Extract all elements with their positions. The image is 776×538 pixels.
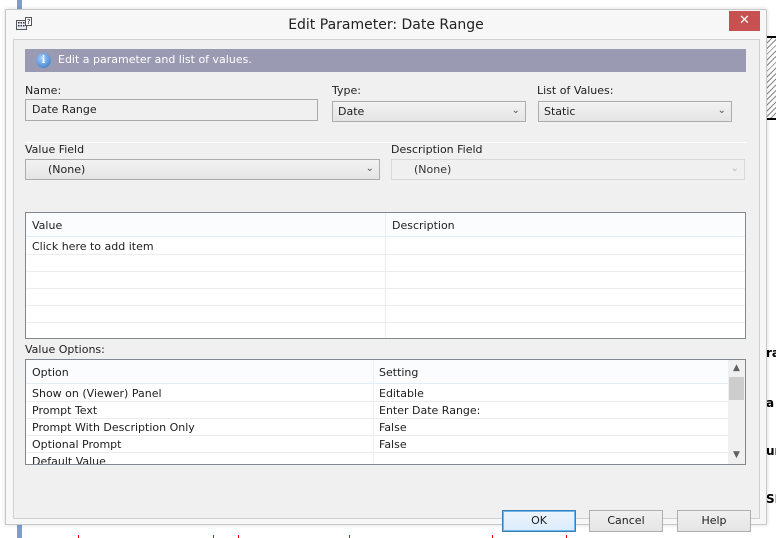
list-of-values-dropdown[interactable]: Static ⌄ xyxy=(538,101,732,122)
value-options-header: Option Setting xyxy=(26,360,729,384)
column-divider[interactable] xyxy=(385,213,386,338)
setting-cell[interactable] xyxy=(373,453,729,464)
value-options-grid[interactable]: Option Setting Show on (Viewer) Panel Ed… xyxy=(25,359,746,465)
cancel-button[interactable]: Cancel xyxy=(589,510,663,532)
name-label: Name: xyxy=(25,84,62,97)
scroll-up-icon[interactable]: ▲ xyxy=(728,360,745,377)
value-cell[interactable]: Click here to add item xyxy=(26,238,385,254)
chevron-down-icon: ⌄ xyxy=(730,163,739,174)
background-text-fragment: ur xyxy=(766,444,776,458)
type-dropdown[interactable]: Date ⌄ xyxy=(332,101,526,122)
edit-parameter-dialog: ? Edit Parameter: Date Range ✕ i Edit a … xyxy=(5,9,767,532)
banner-text: Edit a parameter and list of values. xyxy=(58,53,252,66)
list-of-values-value: Static xyxy=(544,105,576,118)
table-row[interactable]: Prompt Text Enter Date Range: xyxy=(26,402,729,419)
description-cell[interactable] xyxy=(386,306,745,322)
title-bar[interactable]: ? Edit Parameter: Date Range ✕ xyxy=(6,10,766,40)
dialog-title: Edit Parameter: Date Range xyxy=(288,17,484,33)
value-cell[interactable] xyxy=(26,255,385,271)
chevron-down-icon: ⌄ xyxy=(717,105,726,116)
chevron-down-icon: ⌄ xyxy=(511,105,520,116)
value-field-dropdown[interactable]: (None) ⌄ xyxy=(25,159,380,180)
chevron-down-icon: ⌄ xyxy=(365,163,374,174)
values-grid[interactable]: Value Description Click here to add item xyxy=(25,212,746,339)
value-field-value: (None) xyxy=(48,163,86,176)
description-cell[interactable] xyxy=(386,238,745,254)
column-header-setting[interactable]: Setting xyxy=(373,360,729,383)
info-icon: i xyxy=(36,53,51,68)
background-text-fragment: a xyxy=(766,396,775,410)
type-label: Type: xyxy=(332,84,361,97)
column-header-option[interactable]: Option xyxy=(26,360,373,383)
background-hatched-region xyxy=(767,36,776,120)
value-cell[interactable] xyxy=(26,289,385,305)
description-field-value: (None) xyxy=(414,163,452,176)
dialog-body: i Edit a parameter and list of values. N… xyxy=(13,39,760,532)
close-button[interactable]: ✕ xyxy=(729,11,760,31)
setting-cell[interactable]: False xyxy=(373,419,729,435)
option-cell: Optional Prompt xyxy=(32,438,122,451)
setting-cell[interactable]: Enter Date Range: xyxy=(373,402,729,418)
description-cell[interactable] xyxy=(386,272,745,288)
value-options-scrollbar[interactable]: ▲ ▼ xyxy=(728,360,745,464)
help-button[interactable]: Help xyxy=(677,510,751,532)
column-header-description[interactable]: Description xyxy=(386,213,745,236)
name-input[interactable]: Date Range xyxy=(25,99,318,121)
description-field-dropdown[interactable]: (None) ⌄ xyxy=(391,159,745,180)
value-options-label: Value Options: xyxy=(25,343,105,356)
table-row[interactable]: Prompt With Description Only False xyxy=(26,419,729,436)
description-cell[interactable] xyxy=(386,289,745,305)
table-row[interactable]: Optional Prompt False xyxy=(26,436,729,453)
description-field-label: Description Field xyxy=(391,143,483,156)
description-cell[interactable] xyxy=(386,255,745,271)
column-divider[interactable] xyxy=(373,360,374,464)
scrollbar-thumb[interactable] xyxy=(729,377,744,400)
background-text-fragment: ra xyxy=(766,346,776,360)
value-cell[interactable] xyxy=(26,323,385,338)
column-header-value[interactable]: Value xyxy=(26,213,385,236)
value-field-label: Value Field xyxy=(25,143,85,156)
description-cell[interactable] xyxy=(386,323,745,338)
setting-cell[interactable]: False xyxy=(373,436,729,452)
table-row[interactable]: Default Value xyxy=(26,453,729,465)
option-cell: Default Value xyxy=(32,455,106,465)
option-cell: Prompt Text xyxy=(32,404,98,417)
type-value: Date xyxy=(338,105,365,118)
value-cell[interactable] xyxy=(26,272,385,288)
background-text-fragment: SN xyxy=(766,492,776,506)
table-row[interactable]: Show on (Viewer) Panel Editable xyxy=(26,385,729,402)
value-cell[interactable] xyxy=(26,306,385,322)
list-of-values-label: List of Values: xyxy=(537,84,614,97)
info-banner: i Edit a parameter and list of values. xyxy=(25,49,746,72)
option-cell: Prompt With Description Only xyxy=(32,421,195,434)
option-cell: Show on (Viewer) Panel xyxy=(32,387,162,400)
setting-cell[interactable]: Editable xyxy=(373,385,729,401)
scroll-down-icon[interactable]: ▼ xyxy=(728,447,745,464)
ok-button[interactable]: OK xyxy=(502,510,576,532)
divider xyxy=(25,142,746,143)
